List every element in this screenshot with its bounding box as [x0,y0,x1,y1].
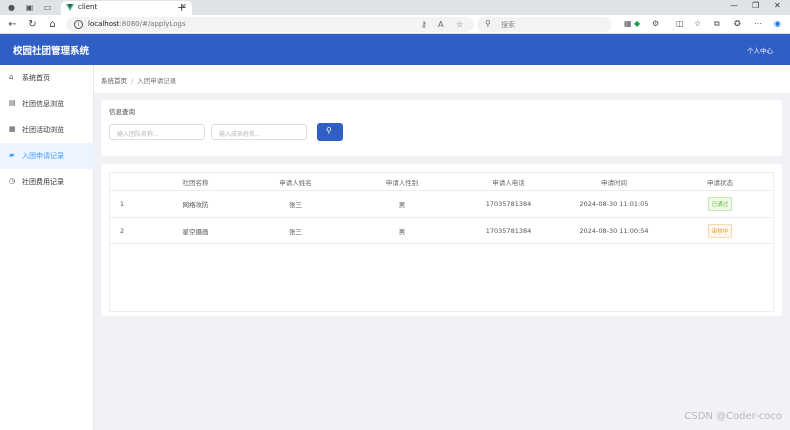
workspaces-icon[interactable]: ▣ [24,2,35,13]
read-aloud-icon[interactable]: A [438,20,443,29]
profile-icon[interactable]: ● [6,2,17,13]
column-header-gender: 申请人性别 [385,178,419,187]
browser-tab-bar: ● ▣ ▭ client ✕ + — ❐ ✕ [0,0,790,15]
tab-title: client [78,3,98,11]
home-nav-icon[interactable]: ⌂ [46,18,59,31]
apply-logs-table: 社团名称 申请人姓名 申请人性别 申请人电话 申请时间 申请状态 1 网络攻防 … [109,172,774,312]
row-status-cell: 已通过 [667,191,773,217]
sidebar-item-club-activities[interactable]: ▦ 社团活动浏览 [0,117,94,143]
row-apply-time: 2024-08-30 11:00:54 [579,226,649,235]
row-applicant-gender: 男 [398,227,406,236]
status-badge: 审核中 [707,223,733,238]
browser-search-field[interactable]: ⚲ 搜索 [477,17,612,32]
extension-icon[interactable]: ▦ [624,19,632,28]
sidebar-item-apply-logs[interactable]: ▰ 入团申请记录 [0,143,94,169]
sidebar-item-label: 社团活动浏览 [22,126,64,134]
tab-actions-icon[interactable]: ▭ [42,2,53,13]
breadcrumb-home[interactable]: 系统首页 [101,77,127,85]
row-applicant-phone: 17035781384 [485,226,532,235]
row-status-cell: 审核中 [667,218,773,243]
column-header-name: 申请人姓名 [279,178,312,187]
search-icon: ⚲ [485,19,491,28]
apply-logs-card: 社团名称 申请人姓名 申请人性别 申请人电话 申请时间 申请状态 1 网络攻防 … [101,164,782,316]
search-card: 信息查询 输入团队名称... 输入成员姓名... ⚲ [101,100,782,156]
column-header-status: 申请状态 [707,178,733,187]
row-applicant-name: 张三 [289,227,302,236]
applicant-name-placeholder: 输入成员姓名... [219,131,261,138]
split-screen-icon[interactable]: ◫ [676,19,684,28]
table-row[interactable]: 1 网络攻防 张三 男 17035781384 2024-08-30 11:01… [110,190,773,217]
notebook-icon: ▤ [9,99,16,107]
shield-icon[interactable]: ◆ [634,19,640,28]
sidebar-item-label: 社团信息浏览 [22,100,64,108]
table-row[interactable]: 2 星空摄画 张三 男 17035781384 2024-08-30 11:00… [110,217,773,244]
sidebar-item-label: 入团申请记录 [22,152,64,160]
minimize-icon[interactable]: — [730,1,738,10]
sidebar-item-label: 社团费用记录 [22,178,64,186]
address-bar: ← ↻ ⌂ i localhost:8080/#/applyLogs ⚷ A ☆… [0,15,790,34]
breadcrumb-current: 入团申请记录 [137,77,177,85]
url-text[interactable]: localhost:8080/#/applyLogs [88,20,186,28]
browser-tab[interactable]: client ✕ [61,1,192,15]
window-close-icon[interactable]: ✕ [774,1,781,10]
csdn-watermark: CSDN @Coder-coco [684,411,782,422]
home-icon: ⌂ [9,73,14,81]
browser-search-placeholder: 搜索 [501,21,515,29]
sidebar-item-club-info[interactable]: ▤ 社团信息浏览 [0,91,94,117]
sidebar-item-fee-records[interactable]: ◷ 社团费用记录 [0,169,94,195]
club-name-placeholder: 输入团队名称... [117,131,159,138]
column-header-index [110,173,148,190]
search-icon: ⚲ [326,126,332,135]
search-card-title: 信息查询 [109,108,135,116]
breadcrumb-bar: 系统首页 / 入团申请记录 [94,65,790,93]
row-club-name: 网络攻防 [182,201,209,209]
breadcrumb: 系统首页 / 入团申请记录 [101,75,176,85]
column-header-club: 社团名称 [182,178,209,187]
folder-icon: ▰ [9,151,15,159]
applicant-name-input[interactable]: 输入成员姓名... [211,124,307,140]
user-center-link[interactable]: 个人中心 [747,45,773,55]
search-button[interactable]: ⚲ [317,123,343,141]
breadcrumb-separator: / [131,77,134,85]
sidebar: ⌂ 系统首页 ▤ 社团信息浏览 ▦ 社团活动浏览 ▰ 入团申请记录 ◷ 社团费用… [0,65,94,430]
sidebar-item-label: 系统首页 [22,74,50,82]
url-field[interactable]: i localhost:8080/#/applyLogs ⚷ A ☆ [66,17,474,32]
menu-dots-icon[interactable]: ⋯ [754,19,762,28]
favorites-icon[interactable]: ☆ [694,19,701,28]
status-badge: 已通过 [707,197,733,211]
new-tab-icon[interactable]: + [177,1,186,14]
row-apply-time: 2024-08-30 11:01:05 [579,200,649,208]
clock-icon: ◷ [9,177,16,185]
column-header-phone: 申请人电话 [492,178,525,187]
row-applicant-phone: 17035781384 [485,200,532,208]
row-index: 1 [120,200,125,208]
edge-sidebar-icon[interactable]: ◉ [774,19,781,28]
app-header: 校园社团管理系统 个人中心 [0,34,790,65]
column-header-time: 申请时间 [601,178,627,187]
row-club-name: 星空摄画 [182,227,209,236]
row-applicant-gender: 男 [398,201,406,209]
restore-icon[interactable]: ❐ [752,1,759,10]
refresh-icon[interactable]: ↻ [26,18,39,31]
favorite-star-icon[interactable]: ☆ [456,20,463,29]
table-header-row: 社团名称 申请人姓名 申请人性别 申请人电话 申请时间 申请状态 [110,173,773,190]
calendar-icon: ▦ [9,125,16,133]
row-applicant-name: 张三 [289,201,302,209]
app-title: 校园社团管理系统 [13,46,90,57]
url-path: :8080/#/applyLogs [119,20,186,28]
row-index: 2 [120,226,125,235]
copilot-icon[interactable]: ✪ [734,19,741,28]
main-content: 系统首页 / 入团申请记录 信息查询 输入团队名称... 输入成员姓名... ⚲ 社… [94,65,790,430]
club-name-input[interactable]: 输入团队名称... [109,124,205,140]
url-host: localhost [88,20,120,28]
settings-extension-icon[interactable]: ⚙ [652,19,659,28]
sidebar-item-home[interactable]: ⌂ 系统首页 [0,65,94,91]
info-icon[interactable]: i [74,20,83,29]
vue-favicon-icon [66,4,74,11]
collections-icon[interactable]: ⧉ [714,19,720,29]
back-icon[interactable]: ← [6,18,19,31]
key-icon[interactable]: ⚷ [421,20,427,29]
